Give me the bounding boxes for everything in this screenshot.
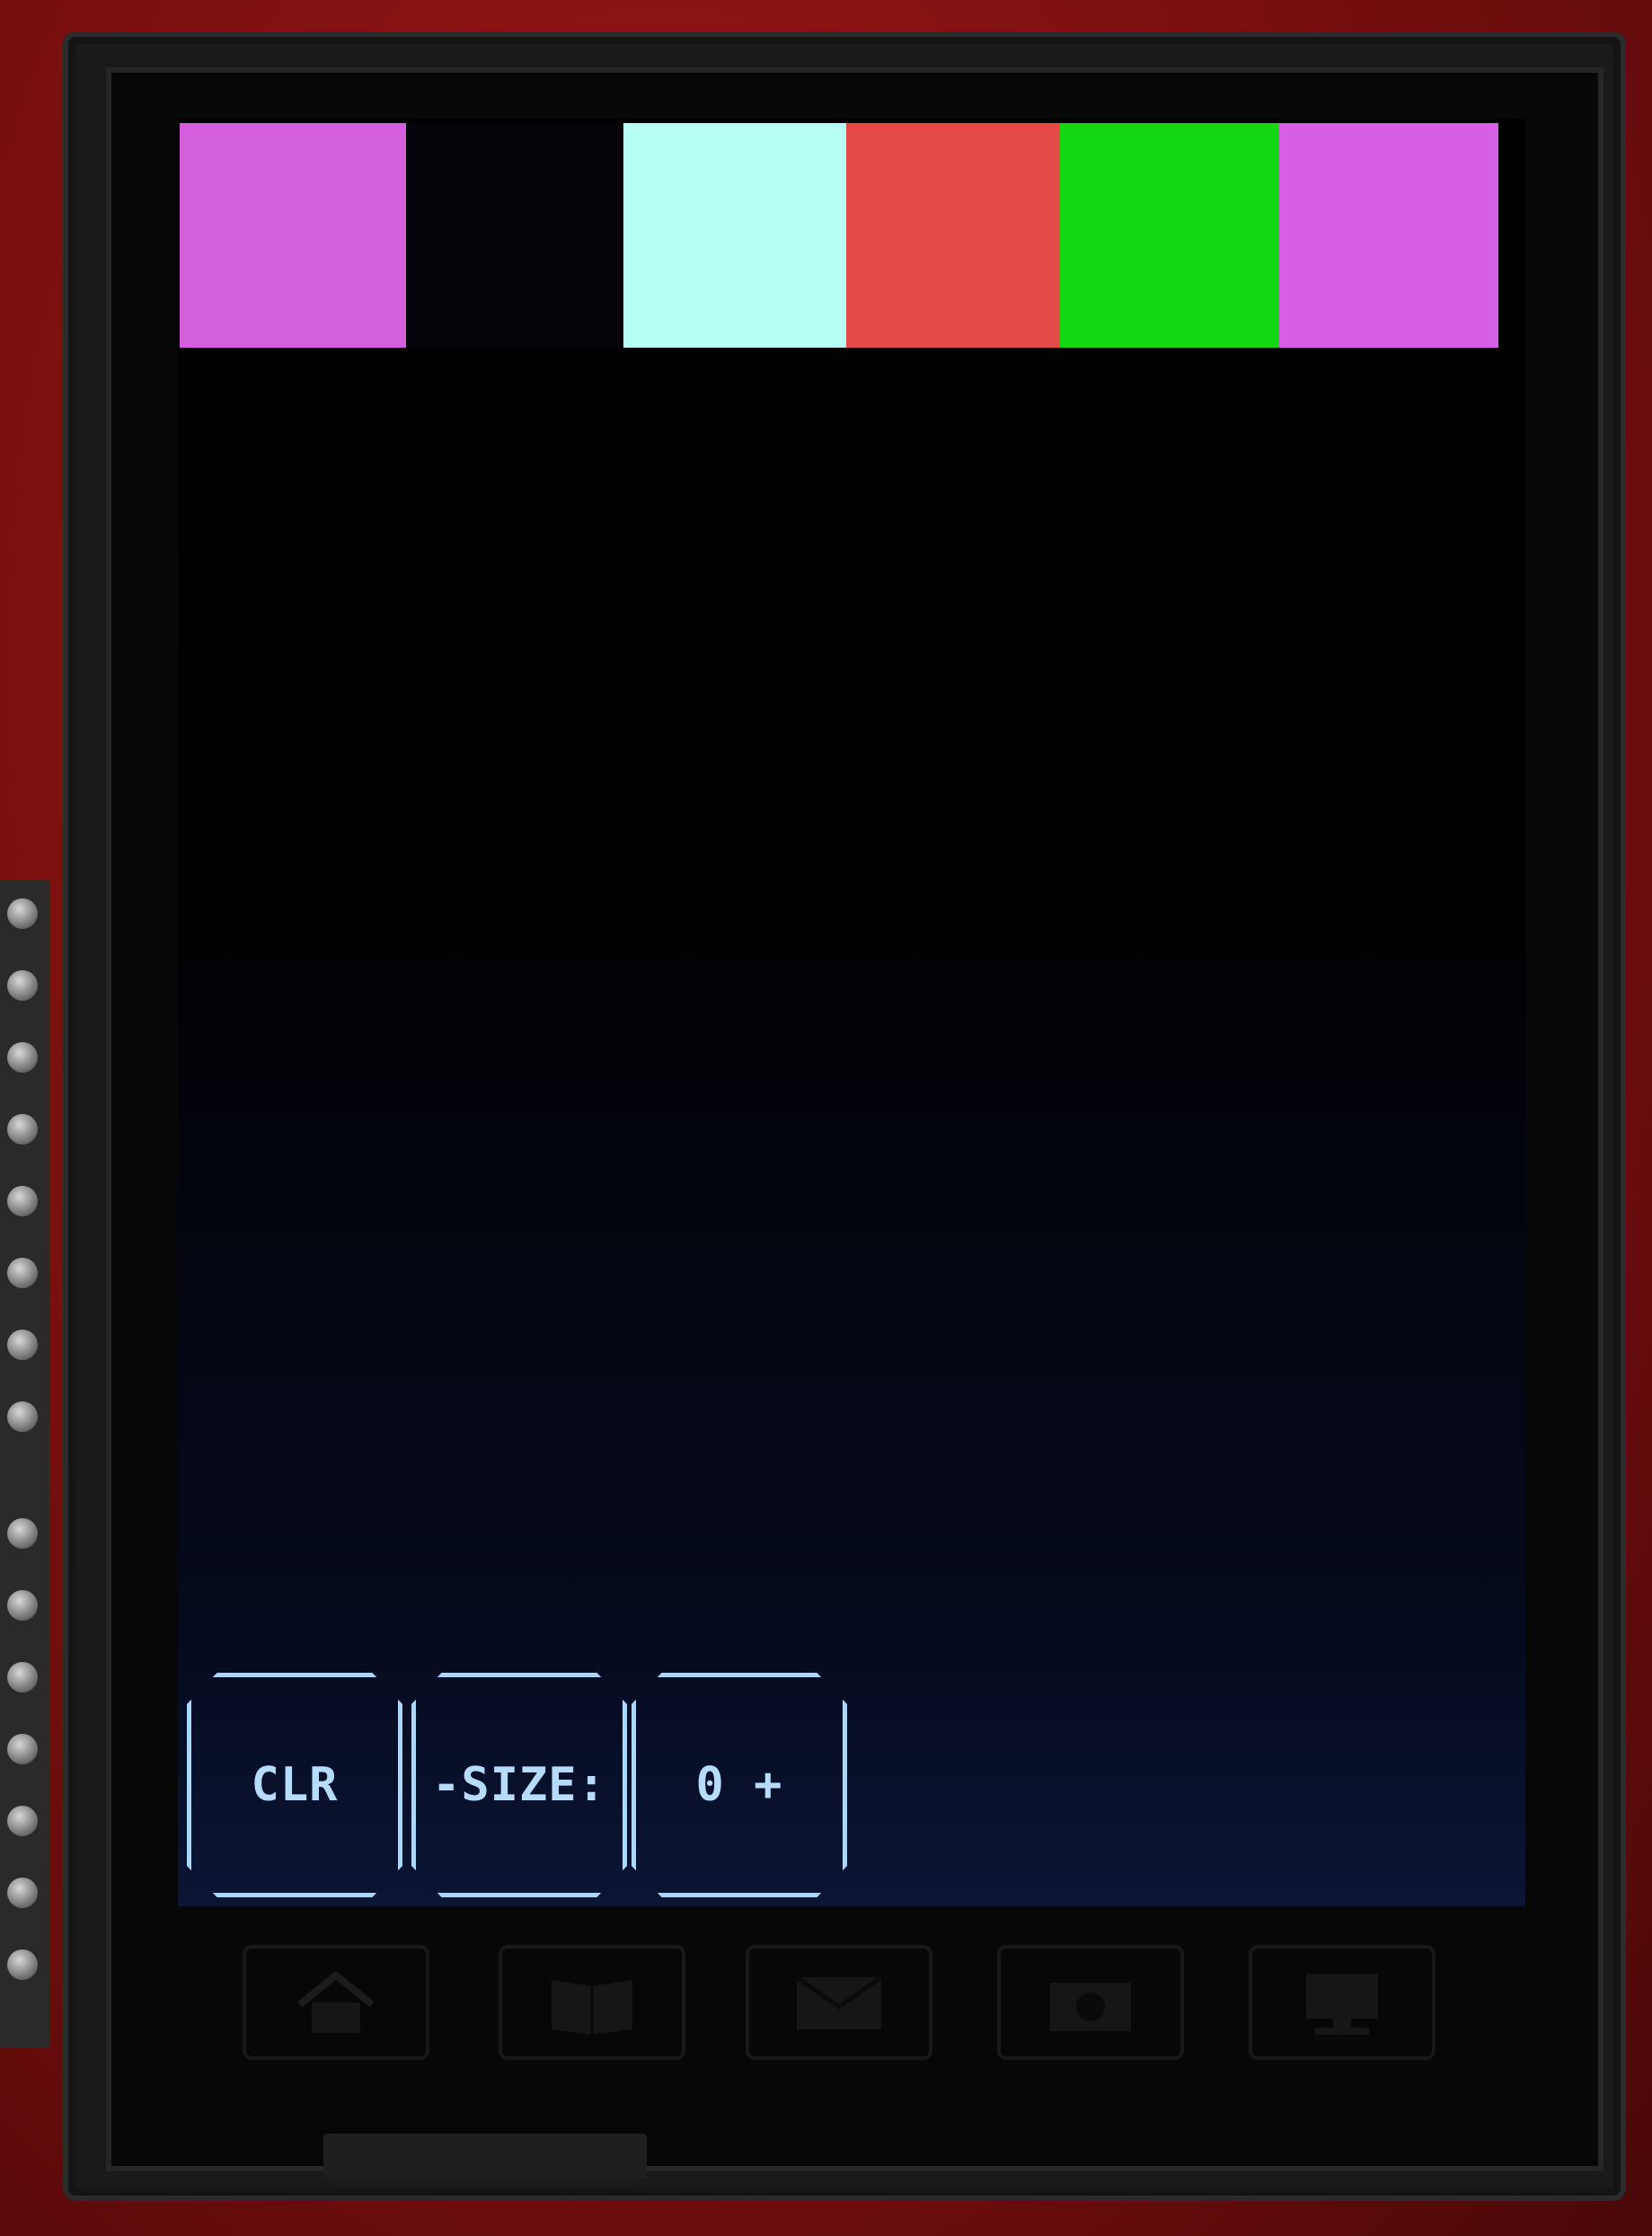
header-pin xyxy=(7,1518,38,1549)
lcd-screen[interactable]: CLR -SIZE: 0 + xyxy=(178,119,1525,1906)
header-pin xyxy=(7,898,38,929)
header-pin xyxy=(7,1878,38,1908)
touch-icon-bar xyxy=(243,1945,1455,2062)
size-minus-label: -SIZE: xyxy=(432,1758,606,1812)
home-touch-key[interactable] xyxy=(243,1945,429,2060)
clear-button[interactable]: CLR xyxy=(187,1673,402,1897)
header-pin xyxy=(7,1734,38,1764)
camera-touch-key[interactable] xyxy=(997,1945,1184,2060)
swatch-red[interactable] xyxy=(846,123,1060,348)
header-pin xyxy=(7,970,38,1001)
clear-button-label: CLR xyxy=(251,1758,339,1812)
swatch-green[interactable] xyxy=(1060,123,1279,348)
header-pin xyxy=(7,1662,38,1692)
computer-icon xyxy=(1306,1974,1378,2035)
mail-icon xyxy=(795,1975,883,2029)
header-pin-strip xyxy=(0,880,49,2048)
book-touch-key[interactable] xyxy=(499,1945,685,2060)
header-pin xyxy=(7,1330,38,1360)
swatch-black[interactable] xyxy=(406,123,623,348)
header-pin xyxy=(7,1114,38,1145)
size-plus-button[interactable]: 0 + xyxy=(632,1673,847,1897)
computer-touch-key[interactable] xyxy=(1249,1945,1436,2060)
swatch-magenta-2[interactable] xyxy=(1279,123,1498,348)
header-pin xyxy=(7,1401,38,1432)
header-pin xyxy=(7,1042,38,1073)
book-icon xyxy=(552,1980,632,2035)
header-pin xyxy=(7,1806,38,1836)
size-value-label: 0 + xyxy=(695,1758,783,1812)
swatch-cyan[interactable] xyxy=(623,123,846,348)
camera-icon xyxy=(1050,1983,1131,2031)
home-icon xyxy=(297,1970,375,2033)
header-pin xyxy=(7,1186,38,1216)
size-minus-button[interactable]: -SIZE: xyxy=(411,1673,627,1897)
swatch-magenta[interactable] xyxy=(180,123,406,348)
flex-connector xyxy=(323,2134,647,2179)
mail-touch-key[interactable] xyxy=(746,1945,932,2060)
header-pin xyxy=(7,1949,38,1980)
header-pin xyxy=(7,1258,38,1288)
header-pin xyxy=(7,1590,38,1621)
color-palette xyxy=(178,123,1498,348)
